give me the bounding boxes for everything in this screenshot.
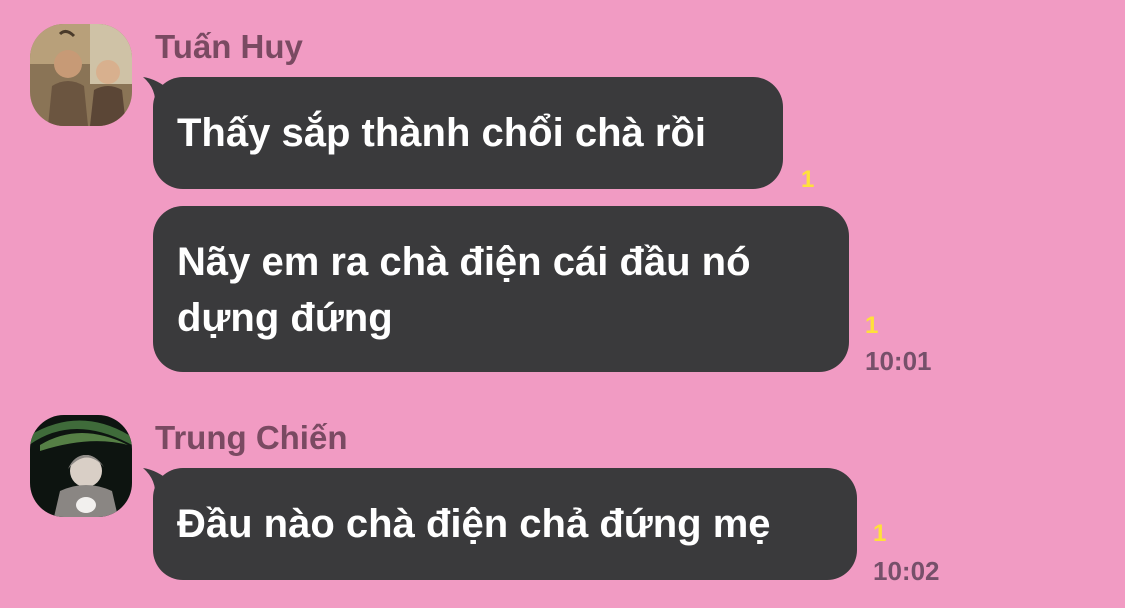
avatar-photo-icon: [30, 24, 132, 126]
unread-count: 1: [865, 312, 879, 339]
unread-count: 1: [801, 166, 815, 193]
message-bubble[interactable]: Thấy sắp thành chổi chà rồi: [143, 77, 783, 189]
avatar-photo-icon: [30, 415, 132, 517]
bubble-tail-icon: [143, 468, 171, 498]
message-bubble[interactable]: Đầu nào chà điện chả đứng mẹ: [143, 468, 857, 580]
message-text: Nãy em ra chà điện cái đầu nó dựng đứng: [177, 240, 751, 340]
message-text: Thấy sắp thành chổi chà rồi: [177, 111, 706, 155]
avatar-tuan-huy[interactable]: [30, 24, 132, 126]
chat-view: Tuấn Huy Thấy sắp thành chổi chà rồi 1 N…: [0, 0, 1125, 608]
message-time: 10:01: [865, 346, 932, 376]
sender-name: Trung Chiến: [155, 419, 348, 456]
message-text: Đầu nào chà điện chả đứng mẹ: [177, 502, 771, 546]
bubble-tail-icon: [143, 77, 171, 107]
avatar-trung-chien[interactable]: [30, 415, 132, 517]
unread-count: 1: [873, 520, 887, 547]
message-bubble[interactable]: Nãy em ra chà điện cái đầu nó dựng đứng: [153, 206, 849, 372]
sender-name: Tuấn Huy: [155, 28, 303, 65]
message-time: 10:02: [873, 556, 940, 586]
